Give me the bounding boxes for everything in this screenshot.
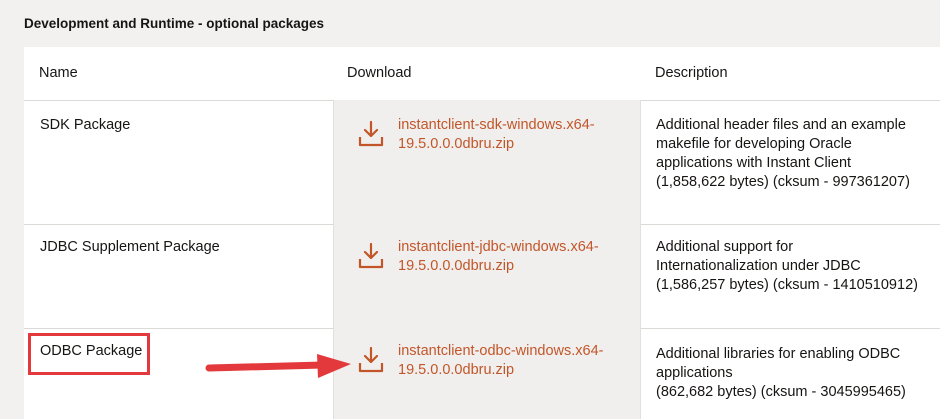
- download-icon[interactable]: [358, 346, 384, 374]
- package-name: JDBC Supplement Package: [40, 239, 220, 255]
- download-link-line1: instantclient-jdbc-windows.x64-: [398, 239, 599, 255]
- download-link-line2: 19.5.0.0.0dbru.zip: [398, 258, 515, 274]
- column-header-download: Download: [347, 65, 412, 81]
- arrow-right-icon: [205, 354, 351, 378]
- package-description: Additional support for Internationalizat…: [656, 239, 918, 293]
- table-row: JDBC Supplement Package instantclient-jd…: [24, 224, 940, 329]
- download-icon[interactable]: [358, 120, 384, 148]
- packages-table: Name Download Description SDK Package in…: [24, 47, 940, 419]
- download-link-line2: 19.5.0.0.0dbru.zip: [398, 136, 515, 152]
- annotation-highlight-box: [28, 333, 150, 375]
- column-header-description: Description: [655, 65, 728, 81]
- package-description: Additional libraries for enabling ODBC a…: [656, 346, 906, 400]
- table-row: ODBC Package instantclient-odbc-windows.…: [24, 328, 940, 419]
- table-header-row: Name Download Description: [24, 47, 940, 101]
- section-title: Development and Runtime - optional packa…: [24, 16, 325, 31]
- download-cell: instantclient-jdbc-windows.x64- 19.5.0.0…: [333, 224, 641, 328]
- download-link-odbc[interactable]: instantclient-odbc-windows.x64- 19.5.0.0…: [398, 342, 628, 380]
- download-cell: instantclient-sdk-windows.x64- 19.5.0.0.…: [333, 100, 641, 224]
- download-link-line2: 19.5.0.0.0dbru.zip: [398, 362, 515, 378]
- package-name: SDK Package: [40, 117, 131, 133]
- download-link-jdbc[interactable]: instantclient-jdbc-windows.x64- 19.5.0.0…: [398, 238, 628, 276]
- download-link-sdk[interactable]: instantclient-sdk-windows.x64- 19.5.0.0.…: [398, 116, 628, 154]
- package-description: Additional header files and an example m…: [656, 117, 910, 190]
- table-row: SDK Package instantclient-sdk-windows.x6…: [24, 100, 940, 225]
- download-cell: instantclient-odbc-windows.x64- 19.5.0.0…: [333, 328, 641, 419]
- column-header-name: Name: [39, 65, 78, 81]
- download-link-line1: instantclient-odbc-windows.x64-: [398, 343, 604, 359]
- download-link-line1: instantclient-sdk-windows.x64-: [398, 117, 595, 133]
- download-icon[interactable]: [358, 242, 384, 270]
